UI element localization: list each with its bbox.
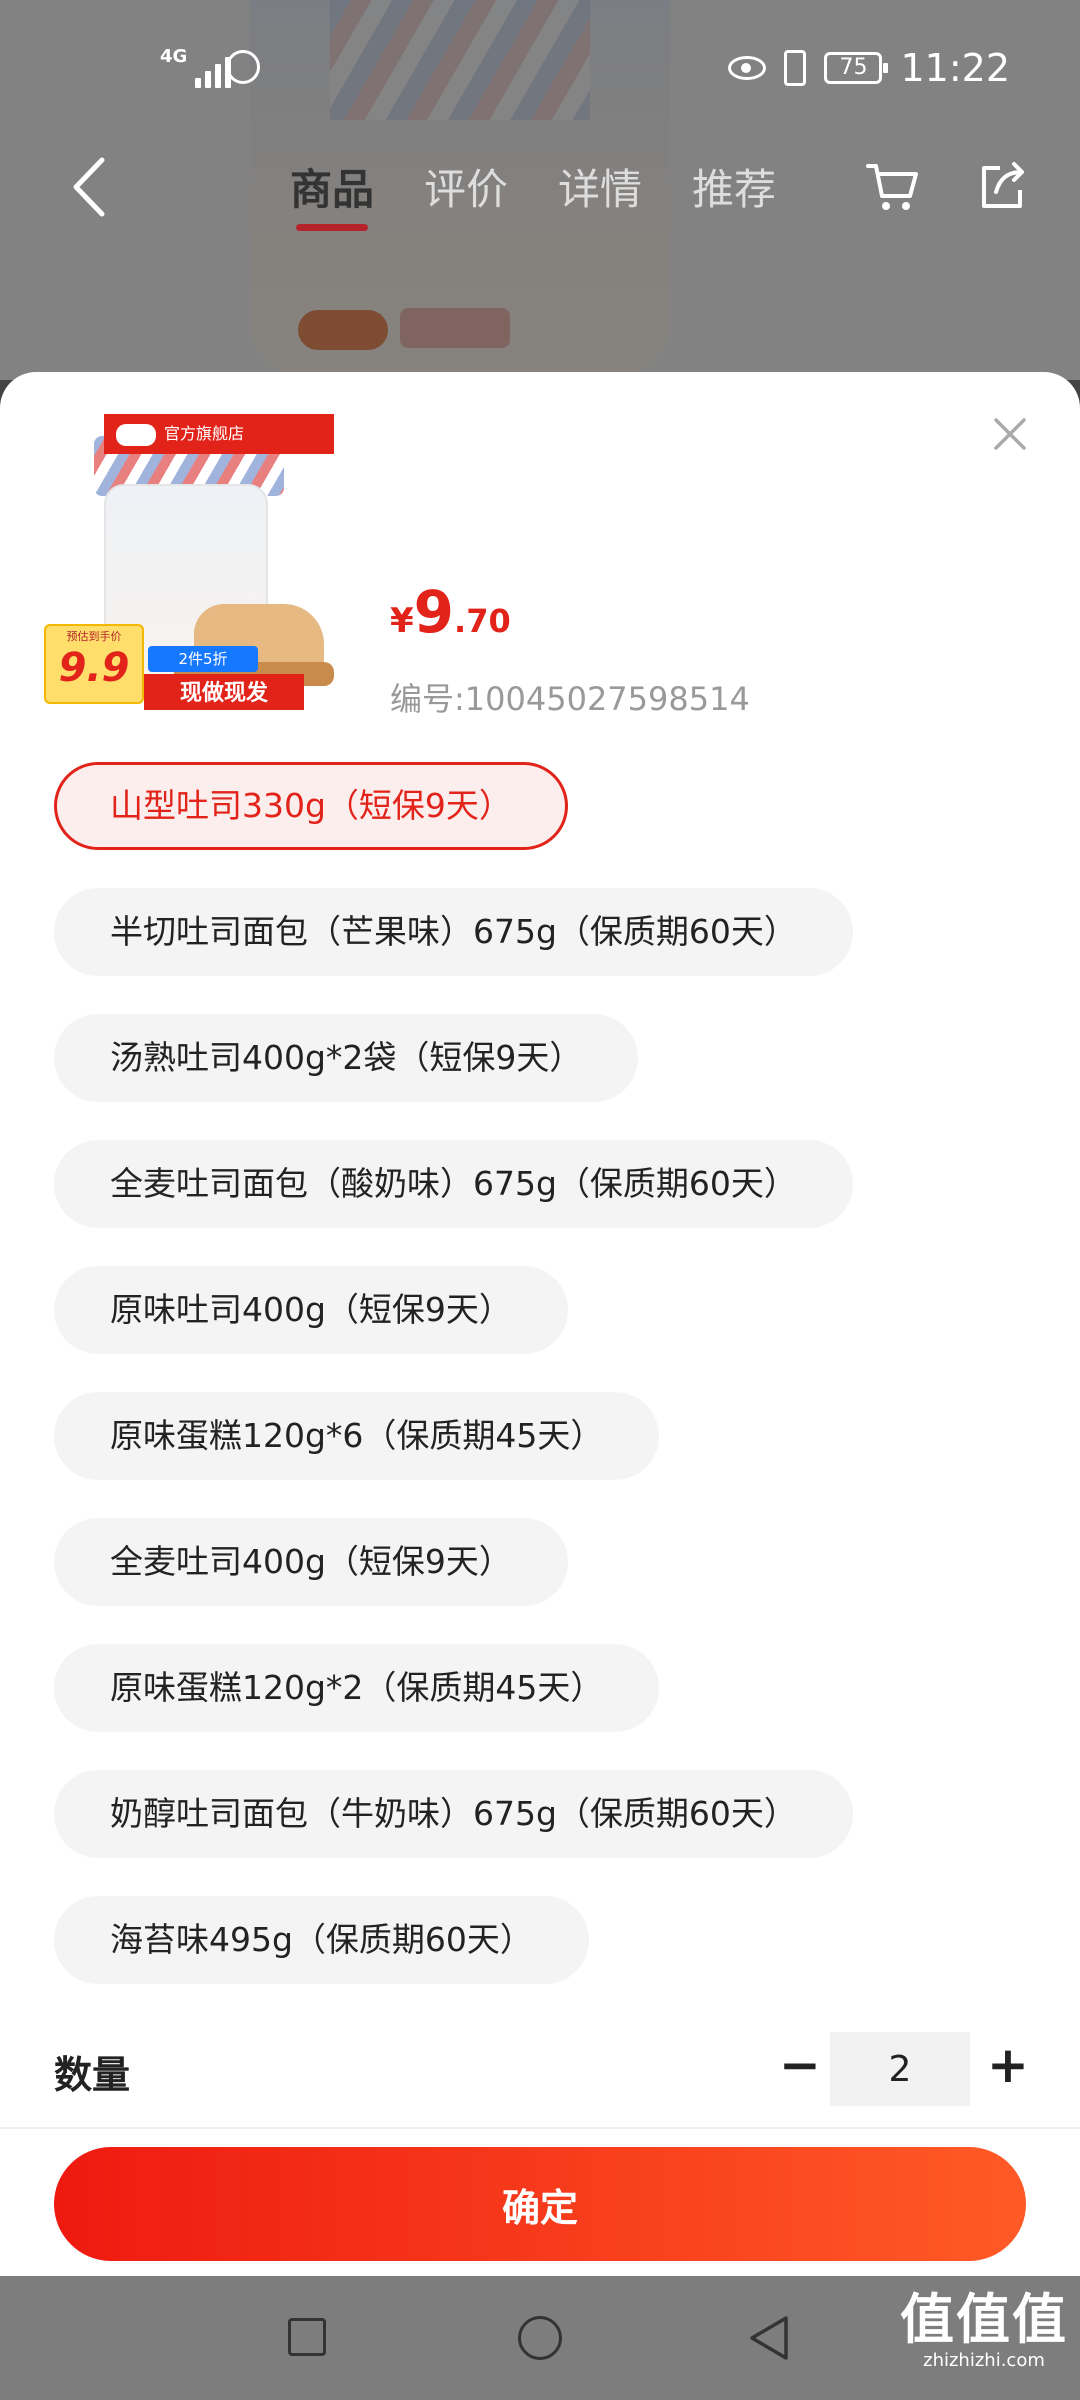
- option-chip[interactable]: 半切吐司面包（芒果味）675g（保质期60天）: [54, 888, 853, 976]
- network-type: 4G: [160, 46, 188, 67]
- option-chip[interactable]: 奶醇吐司面包（牛奶味）675g（保质期60天）: [54, 1770, 853, 1858]
- recent-apps-icon[interactable]: [288, 2318, 326, 2356]
- eye-comfort-icon: [728, 56, 767, 80]
- divider: [0, 2127, 1080, 2129]
- tab-product[interactable]: 商品: [290, 156, 374, 231]
- price-integer: 9: [413, 578, 455, 646]
- promo-price-badge: 预估到手价 9.9: [44, 624, 144, 704]
- sku-number: 编号:10045027598514: [390, 680, 750, 718]
- watermark: 值值值 zhizhizhi.com: [900, 2288, 1068, 2372]
- home-icon[interactable]: [518, 2316, 562, 2360]
- system-nav-bar: 值值值 zhizhizhi.com: [0, 2276, 1080, 2400]
- tab-bar: 商品 评价 详情 推荐: [290, 156, 776, 231]
- vibrate-icon: [784, 50, 807, 86]
- status-bar: 4G 75 11:22: [0, 0, 1080, 130]
- watermark-site: zhizhizhi.com: [923, 2350, 1045, 2371]
- quantity-label: 数量: [54, 2053, 131, 2097]
- promo-price-value: 9.9: [58, 645, 130, 691]
- cart-icon[interactable]: [862, 156, 922, 216]
- option-chip[interactable]: 海苔味495g（保质期60天）: [54, 1896, 589, 1984]
- option-chip[interactable]: 全麦吐司400g（短保9天）: [54, 1518, 568, 1606]
- option-chip[interactable]: 汤熟吐司400g*2袋（短保9天）: [54, 1014, 639, 1102]
- quantity-input[interactable]: [830, 2032, 970, 2106]
- back-arrow-icon[interactable]: [60, 152, 120, 222]
- promo-price-label: 预估到手价: [66, 630, 122, 643]
- top-nav: 商品 评价 详情 推荐: [0, 130, 1080, 250]
- product-thumbnail: 官方旗舰店 预估到手价 9.9 2件5折 现做现发: [44, 414, 340, 710]
- decrease-quantity-button[interactable]: −: [764, 2032, 836, 2104]
- brand-logo-icon: [116, 423, 156, 446]
- price-currency: ¥: [390, 601, 414, 641]
- hotspot-icon: [226, 50, 260, 84]
- option-chip-selected[interactable]: 山型吐司330g（短保9天）: [54, 762, 568, 850]
- option-list: 山型吐司330g（短保9天） 半切吐司面包（芒果味）675g（保质期60天） 汤…: [54, 762, 1044, 2022]
- increase-quantity-button[interactable]: +: [972, 2032, 1044, 2104]
- tab-details[interactable]: 详情: [558, 156, 642, 231]
- option-chip[interactable]: 原味蛋糕120g*2（保质期45天）: [54, 1644, 660, 1732]
- close-icon[interactable]: [988, 412, 1032, 456]
- battery-icon: 75: [824, 52, 889, 84]
- price: ¥9.70: [390, 578, 511, 646]
- option-chip[interactable]: 原味吐司400g（短保9天）: [54, 1266, 568, 1354]
- discount-badge: 2件5折: [148, 646, 258, 672]
- share-icon[interactable]: [972, 156, 1032, 216]
- signal-icon: 4G: [160, 46, 232, 88]
- promo-tag: 现做现发: [144, 674, 304, 710]
- quantity-row: 数量 − +: [54, 2032, 1029, 2106]
- watermark-text: 值值值: [900, 2288, 1068, 2351]
- sku-selection-sheet: 官方旗舰店 预估到手价 9.9 2件5折 现做现发 ¥9.70 编号:10045…: [0, 372, 1080, 2276]
- price-decimal: .70: [454, 602, 511, 640]
- option-chip[interactable]: 全麦吐司面包（酸奶味）675g（保质期60天）: [54, 1140, 853, 1228]
- option-chip[interactable]: 原味蛋糕120g*6（保质期45天）: [54, 1392, 660, 1480]
- store-flag: 官方旗舰店: [104, 414, 334, 454]
- tab-recommend[interactable]: 推荐: [692, 156, 776, 231]
- clock: 11:22: [900, 46, 1010, 90]
- back-triangle-icon[interactable]: [744, 2312, 794, 2364]
- confirm-button[interactable]: 确定: [54, 2147, 1026, 2261]
- tab-reviews[interactable]: 评价: [424, 156, 508, 231]
